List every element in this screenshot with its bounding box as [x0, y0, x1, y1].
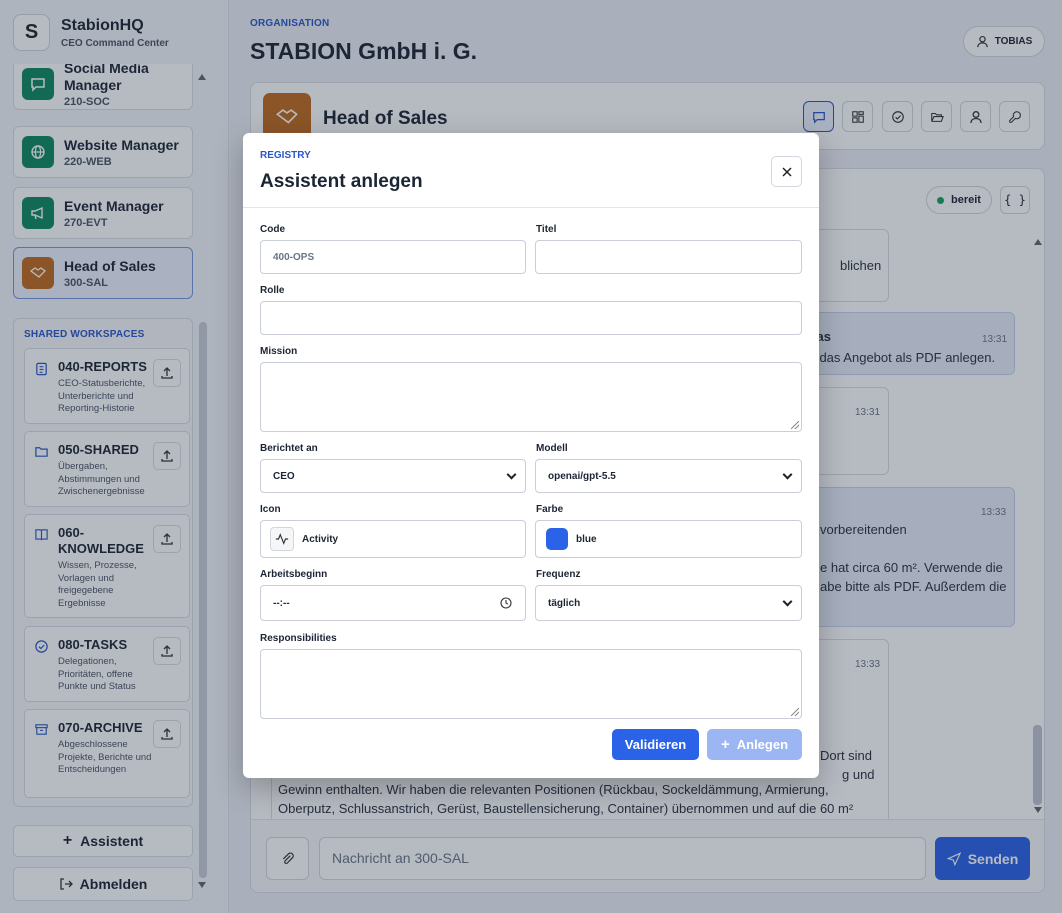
modell-select[interactable]: openai/gpt-5.5: [535, 459, 802, 493]
color-picker[interactable]: blue: [535, 520, 802, 558]
modell-value: openai/gpt-5.5: [548, 470, 616, 482]
activity-icon: [270, 527, 294, 551]
close-icon: [781, 166, 792, 177]
icon-value: Activity: [302, 533, 339, 545]
modell-label: Modell: [536, 443, 568, 454]
dialog-kicker: REGISTRY: [260, 150, 311, 161]
create-assistant-dialog: REGISTRY Assistent anlegen Code 400-OPS …: [243, 133, 819, 778]
titel-input[interactable]: [535, 240, 802, 274]
responsibilities-textarea[interactable]: [260, 649, 802, 719]
arbeitsbeginn-value: --:--: [273, 597, 290, 609]
clock-icon[interactable]: [500, 597, 512, 609]
mission-textarea[interactable]: [260, 362, 802, 432]
chevron-down-icon: [782, 596, 793, 607]
farbe-label: Farbe: [536, 504, 564, 515]
color-swatch: [546, 528, 568, 550]
frequenz-value: täglich: [548, 597, 581, 609]
farbe-value: blue: [576, 533, 597, 545]
resize-grip-icon[interactable]: [791, 708, 799, 716]
create-label: Anlegen: [736, 737, 789, 752]
berichtet-label: Berichtet an: [260, 443, 318, 454]
frequenz-select[interactable]: täglich: [535, 585, 802, 621]
berichtet-select[interactable]: CEO: [260, 459, 526, 493]
plus-icon: +: [720, 736, 730, 753]
chevron-down-icon: [506, 469, 517, 480]
arbeitsbeginn-label: Arbeitsbeginn: [260, 569, 328, 580]
divider: [243, 207, 819, 208]
arbeitsbeginn-input[interactable]: --:--: [260, 585, 526, 621]
rolle-input[interactable]: [260, 301, 802, 335]
berichtet-value: CEO: [273, 470, 295, 482]
code-input[interactable]: 400-OPS: [260, 240, 526, 274]
create-button[interactable]: + Anlegen: [707, 729, 802, 760]
mission-label: Mission: [260, 346, 298, 357]
titel-label: Titel: [536, 224, 557, 235]
chevron-down-icon: [782, 469, 793, 480]
resize-grip-icon[interactable]: [791, 421, 799, 429]
validate-button[interactable]: Validieren: [612, 729, 699, 760]
close-button[interactable]: [771, 156, 802, 187]
icon-label: Icon: [260, 504, 281, 515]
rolle-label: Rolle: [260, 285, 285, 296]
frequenz-label: Frequenz: [536, 569, 581, 580]
icon-picker[interactable]: Activity: [260, 520, 526, 558]
responsibilities-label: Responsibilities: [260, 633, 337, 644]
dialog-title: Assistent anlegen: [260, 171, 423, 192]
code-label: Code: [260, 224, 285, 235]
